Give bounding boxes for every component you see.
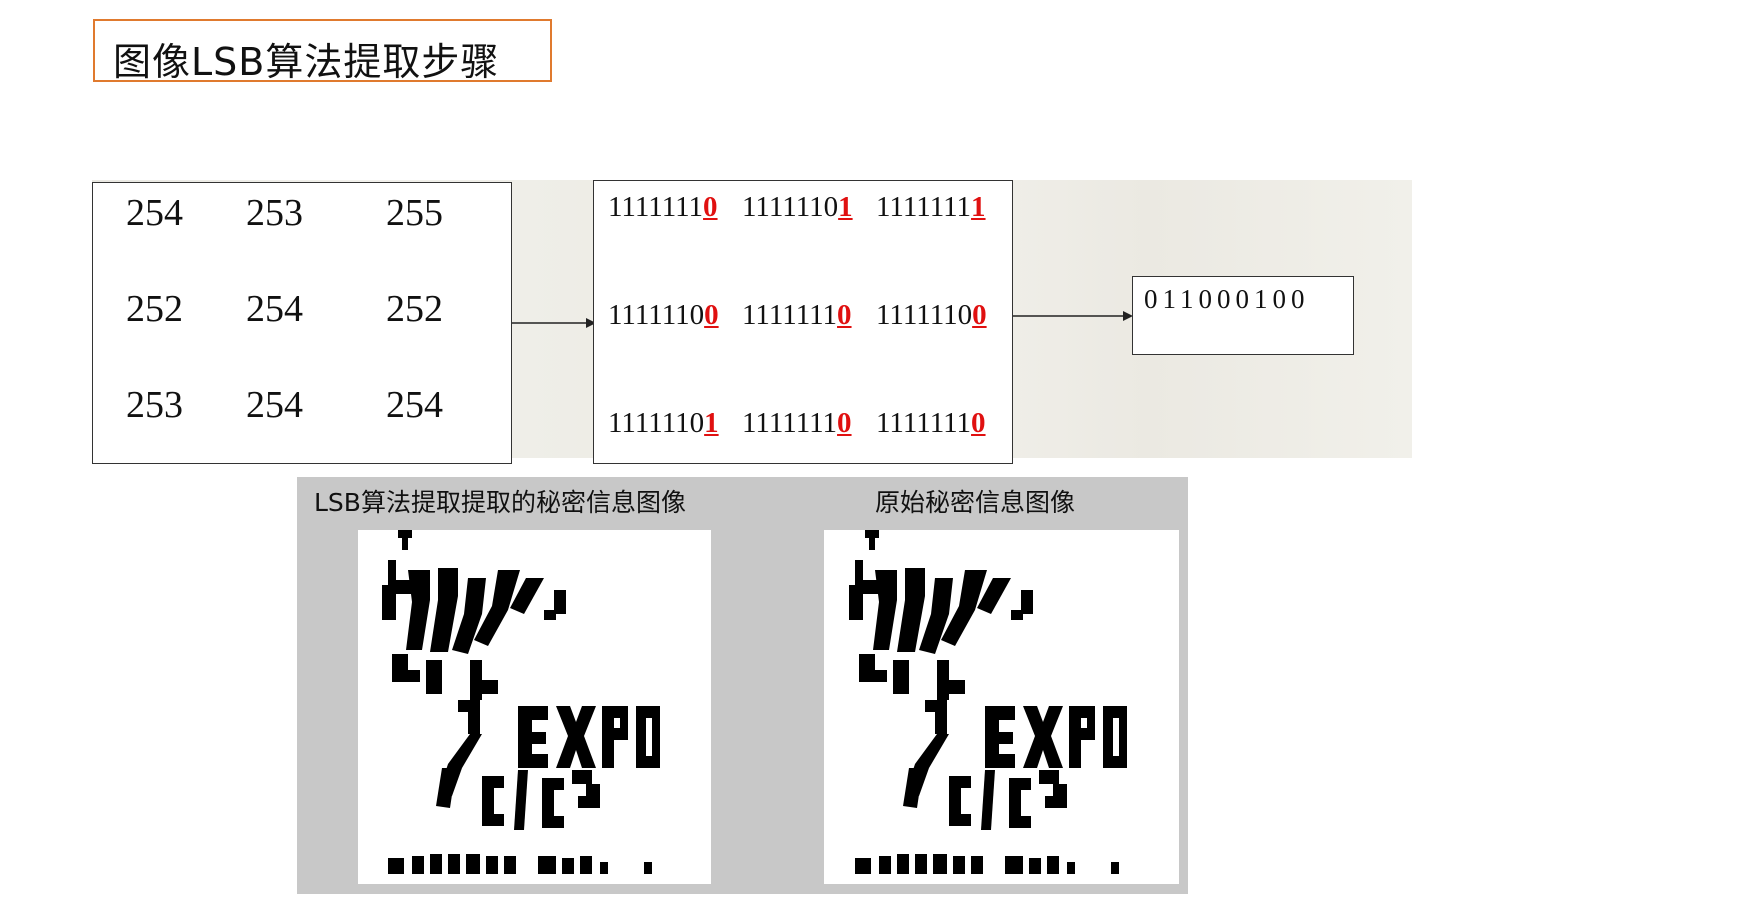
page-title: 图像LSB算法提取步骤 bbox=[113, 40, 500, 84]
lsb-bit: 1 bbox=[838, 191, 853, 223]
pixel-value: 253 bbox=[246, 192, 303, 234]
binary-value: 11111101 bbox=[608, 407, 719, 439]
comparison-panel: LSB算法提取提取的秘密信息图像 原始秘密信息图像 bbox=[297, 477, 1188, 894]
lsb-bit: 0 bbox=[972, 299, 987, 331]
caption-original: 原始秘密信息图像 bbox=[875, 488, 1076, 517]
lsb-bit: 0 bbox=[837, 407, 852, 439]
binary-value: 11111110 bbox=[742, 299, 852, 331]
pixel-value: 255 bbox=[386, 192, 443, 234]
arrow-right-icon bbox=[1013, 311, 1133, 321]
pixel-value: 254 bbox=[246, 288, 303, 330]
original-secret-image bbox=[824, 530, 1179, 884]
lsb-bit: 0 bbox=[971, 407, 986, 439]
binary-value: 11111110 bbox=[608, 191, 718, 223]
pixel-value: 252 bbox=[126, 288, 183, 330]
pixel-values-box: 254 253 255 252 254 252 253 254 254 bbox=[92, 182, 512, 464]
result-bits: 011000100 bbox=[1144, 284, 1310, 314]
lsb-bit: 0 bbox=[703, 191, 718, 223]
extracted-secret-image bbox=[358, 530, 711, 884]
pixel-value: 254 bbox=[246, 384, 303, 426]
binary-values-box: 11111110 11111101 11111111 11111100 1111… bbox=[593, 180, 1013, 464]
pixel-value: 254 bbox=[386, 384, 443, 426]
binary-value: 11111100 bbox=[876, 299, 987, 331]
pixel-value: 252 bbox=[386, 288, 443, 330]
binary-value: 11111110 bbox=[742, 407, 852, 439]
lsb-bit: 1 bbox=[971, 191, 986, 223]
binary-value: 11111111 bbox=[876, 191, 986, 223]
lsb-bit: 0 bbox=[837, 299, 852, 331]
pixel-value: 253 bbox=[126, 384, 183, 426]
arrow-right-icon bbox=[512, 318, 596, 328]
expo-logo-image bbox=[849, 530, 1127, 874]
pixel-value: 254 bbox=[126, 192, 183, 234]
caption-extracted: LSB算法提取提取的秘密信息图像 bbox=[314, 488, 686, 517]
binary-value: 11111101 bbox=[742, 191, 853, 223]
expo-logo-image bbox=[382, 530, 660, 874]
binary-value: 11111100 bbox=[608, 299, 719, 331]
binary-value: 11111110 bbox=[876, 407, 986, 439]
lsb-bit: 0 bbox=[704, 299, 719, 331]
lsb-bit: 1 bbox=[704, 407, 719, 439]
result-box: 011000100 bbox=[1132, 276, 1354, 355]
title-box: 图像LSB算法提取步骤 bbox=[93, 19, 552, 84]
